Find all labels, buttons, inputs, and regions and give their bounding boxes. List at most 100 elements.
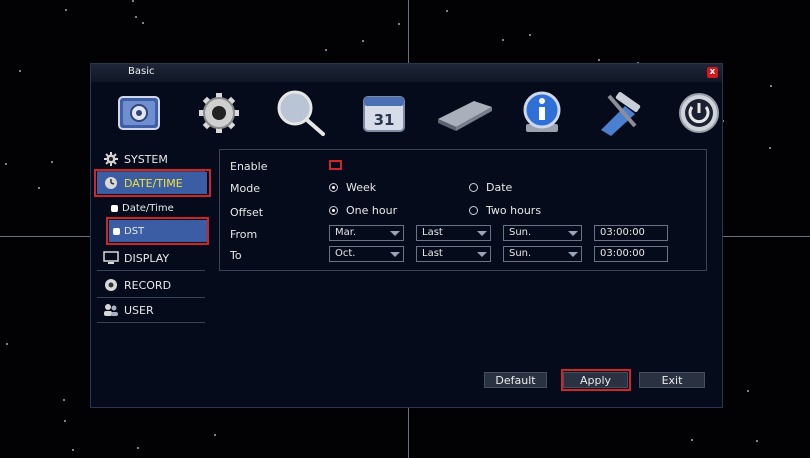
star [756, 440, 758, 442]
exit-button[interactable]: Exit [639, 372, 705, 388]
info-icon[interactable] [512, 84, 572, 142]
star [362, 40, 364, 42]
dropdown-arrow-icon [477, 252, 487, 257]
star [398, 23, 400, 25]
to-time-input[interactable]: 03:00:00 [594, 246, 668, 262]
radio-dot [329, 206, 338, 215]
dropdown-arrow-icon [390, 252, 400, 257]
record-icon [103, 277, 119, 293]
power-icon[interactable] [669, 84, 729, 142]
users-icon [103, 302, 119, 318]
from-label: From [230, 228, 258, 241]
monitor-icon [103, 250, 119, 266]
star [65, 9, 67, 11]
select-value: Last [422, 248, 443, 259]
from-time-input[interactable]: 03:00:00 [594, 225, 668, 241]
sidebar-item-label: USER [124, 303, 154, 317]
from-week-select[interactable]: Last [416, 225, 491, 241]
to-month-select[interactable]: Oct. [329, 246, 404, 262]
calendar-day: 31 [374, 111, 395, 129]
star [598, 59, 600, 61]
divider [97, 270, 205, 271]
gear-icon[interactable] [189, 84, 249, 142]
star [214, 434, 216, 436]
sidebar-item-display[interactable]: DISPLAY [103, 247, 169, 269]
dropdown-arrow-icon [390, 231, 400, 236]
select-value: Oct. [335, 248, 356, 259]
radio-dot [469, 206, 478, 215]
hard-drive-icon[interactable] [434, 84, 494, 142]
star [5, 163, 7, 165]
highlight-box [561, 369, 631, 391]
star [137, 447, 139, 449]
magnifier-icon[interactable] [271, 84, 331, 142]
star [132, 0, 134, 2]
star [72, 449, 74, 451]
star [19, 70, 21, 72]
star [51, 161, 53, 163]
from-day-select[interactable]: Sun. [503, 225, 582, 241]
tools-icon[interactable] [589, 84, 649, 142]
sidebar-item-system[interactable]: SYSTEM [103, 148, 168, 170]
calendar-icon[interactable]: 31 [354, 84, 414, 142]
dropdown-arrow-icon [568, 231, 578, 236]
offset-two-hours-radio[interactable]: Two hours [469, 204, 541, 217]
offset-two-hours-label: Two hours [486, 204, 542, 217]
close-button[interactable]: x [707, 67, 718, 78]
star [325, 49, 327, 51]
sidebar-item-record[interactable]: RECORD [103, 274, 171, 296]
offset-one-hour-radio[interactable]: One hour [329, 204, 397, 217]
star [446, 10, 448, 12]
window-title: Basic [128, 66, 155, 77]
default-button[interactable]: Default [484, 372, 547, 388]
divider [97, 322, 205, 323]
to-day-select[interactable]: Sun. [503, 246, 582, 262]
enable-checkbox[interactable] [329, 160, 342, 170]
dst-settings-panel: Enable Mode Week Date Offset One hour Tw… [219, 149, 707, 271]
toolbar: 31 [109, 84, 719, 144]
star [135, 16, 137, 18]
highlight-box [106, 217, 209, 245]
offset-label: Offset [230, 206, 264, 219]
bullet-icon [111, 200, 118, 216]
star [502, 39, 504, 41]
star [64, 420, 66, 422]
sidebar-item-label: Date/Time [122, 202, 174, 214]
radio-dot [469, 183, 478, 192]
dropdown-arrow-icon [477, 231, 487, 236]
mode-date-radio[interactable]: Date [469, 181, 512, 194]
to-label: To [230, 249, 242, 262]
star [38, 187, 40, 189]
star [747, 390, 749, 392]
gear-icon [103, 151, 119, 167]
select-value: Sun. [509, 227, 532, 238]
sidebar-item-label: DISPLAY [124, 251, 170, 265]
star [691, 439, 693, 441]
select-value: Last [422, 227, 443, 238]
star [6, 343, 8, 345]
to-week-select[interactable]: Last [416, 246, 491, 262]
basic-dialog: Basic x 31 SYSTEM DATE/TIME Date/Time DS… [90, 63, 723, 408]
sidebar-subitem-date-time[interactable]: Date/Time [111, 197, 174, 219]
radio-dot [329, 183, 338, 192]
mode-week-radio[interactable]: Week [329, 181, 376, 194]
system-settings-icon[interactable] [109, 84, 169, 142]
sidebar-item-label: RECORD [124, 278, 172, 292]
offset-one-hour-label: One hour [346, 204, 398, 217]
sidebar-item-user[interactable]: USER [103, 299, 154, 321]
star [63, 399, 65, 401]
star [529, 34, 531, 36]
highlight-box [94, 169, 211, 197]
mode-date-label: Date [486, 181, 513, 194]
star [769, 147, 771, 149]
dropdown-arrow-icon [568, 252, 578, 257]
star [770, 85, 772, 87]
select-value: Sun. [509, 248, 532, 259]
from-month-select[interactable]: Mar. [329, 225, 404, 241]
star [142, 22, 144, 24]
select-value: Mar. [335, 227, 357, 238]
title-bar: Basic x [91, 64, 722, 82]
mode-week-label: Week [346, 181, 377, 194]
divider [97, 297, 205, 298]
enable-label: Enable [230, 160, 268, 173]
